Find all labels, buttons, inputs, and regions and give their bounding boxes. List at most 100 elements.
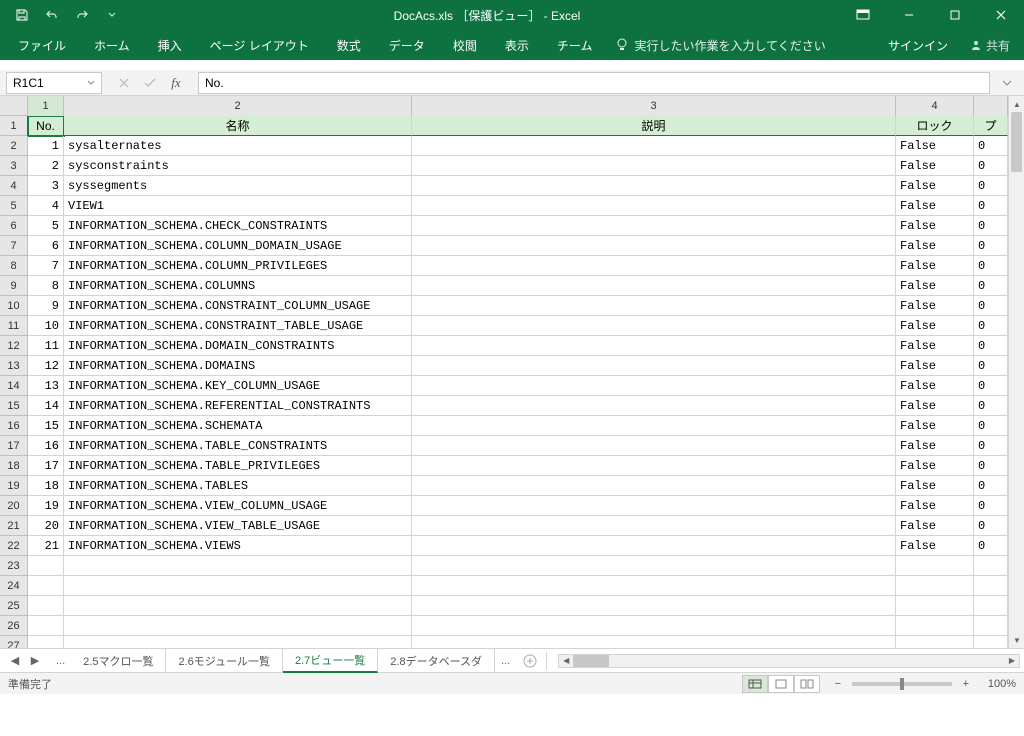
cell-lock[interactable]: False (896, 356, 974, 376)
cell-p[interactable]: 0 (974, 236, 1008, 256)
empty-cell[interactable] (28, 576, 64, 596)
hscroll-track[interactable] (573, 654, 1005, 668)
empty-cell[interactable] (896, 616, 974, 636)
cell-lock[interactable]: False (896, 336, 974, 356)
cell-lock[interactable]: False (896, 176, 974, 196)
row-header[interactable]: 2 (0, 136, 28, 156)
new-sheet-button[interactable] (516, 654, 544, 668)
cell-name[interactable]: INFORMATION_SCHEMA.CHECK_CONSTRAINTS (64, 216, 412, 236)
cell-name[interactable]: INFORMATION_SCHEMA.TABLE_PRIVILEGES (64, 456, 412, 476)
cell-name[interactable]: INFORMATION_SCHEMA.CONSTRAINT_TABLE_USAG… (64, 316, 412, 336)
cell-desc[interactable] (412, 296, 896, 316)
cell-no[interactable]: 13 (28, 376, 64, 396)
column-header-1[interactable]: 1 (28, 96, 64, 116)
page-break-view-button[interactable] (794, 675, 820, 693)
cell-name[interactable]: INFORMATION_SCHEMA.VIEWS (64, 536, 412, 556)
empty-cell[interactable] (28, 636, 64, 648)
row-header[interactable]: 24 (0, 576, 28, 596)
cell-lock[interactable]: False (896, 376, 974, 396)
empty-cell[interactable] (64, 556, 412, 576)
row-header[interactable]: 15 (0, 396, 28, 416)
row-header[interactable]: 19 (0, 476, 28, 496)
empty-cell[interactable] (412, 556, 896, 576)
cell-no[interactable]: 18 (28, 476, 64, 496)
cell-desc[interactable] (412, 136, 896, 156)
tab-team[interactable]: チーム (543, 30, 607, 60)
sheet-tab[interactable]: 2.6モジュール一覧 (166, 649, 283, 673)
tellme-search[interactable]: 実行したい作業を入力してください (606, 37, 835, 54)
cell-desc[interactable] (412, 336, 896, 356)
cell-p[interactable]: 0 (974, 436, 1008, 456)
cell-name[interactable]: INFORMATION_SCHEMA.SCHEMATA (64, 416, 412, 436)
cell-name[interactable]: INFORMATION_SCHEMA.CONSTRAINT_COLUMN_USA… (64, 296, 412, 316)
cell-p[interactable]: 0 (974, 316, 1008, 336)
cancel-formula-button[interactable] (112, 72, 136, 94)
cell-name[interactable]: INFORMATION_SCHEMA.REFERENTIAL_CONSTRAIN… (64, 396, 412, 416)
cell-name[interactable]: INFORMATION_SCHEMA.COLUMNS (64, 276, 412, 296)
cell-p[interactable]: 0 (974, 136, 1008, 156)
scroll-right-button[interactable]: ▶ (1005, 654, 1019, 668)
cell-no[interactable]: 1 (28, 136, 64, 156)
empty-cell[interactable] (412, 616, 896, 636)
row-header[interactable]: 13 (0, 356, 28, 376)
cell-lock[interactable]: False (896, 396, 974, 416)
cell-lock[interactable]: False (896, 516, 974, 536)
cell-no[interactable]: 21 (28, 536, 64, 556)
cell-lock[interactable]: False (896, 136, 974, 156)
tab-insert[interactable]: 挿入 (144, 30, 196, 60)
empty-cell[interactable] (28, 596, 64, 616)
cell-desc[interactable] (412, 156, 896, 176)
zoom-slider[interactable] (852, 682, 952, 686)
cell-no[interactable]: 7 (28, 256, 64, 276)
empty-cell[interactable] (896, 636, 974, 648)
cell-no[interactable]: 15 (28, 416, 64, 436)
scroll-up-button[interactable]: ▲ (1009, 96, 1024, 112)
cell-name[interactable]: INFORMATION_SCHEMA.TABLE_CONSTRAINTS (64, 436, 412, 456)
cell-no[interactable]: 20 (28, 516, 64, 536)
cell-p[interactable]: 0 (974, 376, 1008, 396)
vertical-scrollbar[interactable]: ▲ ▼ (1008, 96, 1024, 648)
cell-desc[interactable] (412, 536, 896, 556)
row-header[interactable]: 6 (0, 216, 28, 236)
header-cell-no[interactable]: No. (28, 116, 64, 136)
cell-name[interactable]: INFORMATION_SCHEMA.COLUMN_DOMAIN_USAGE (64, 236, 412, 256)
tab-file[interactable]: ファイル (4, 30, 80, 60)
empty-cell[interactable] (896, 556, 974, 576)
empty-cell[interactable] (896, 576, 974, 596)
row-header[interactable]: 22 (0, 536, 28, 556)
cell-no[interactable]: 9 (28, 296, 64, 316)
cell-no[interactable]: 19 (28, 496, 64, 516)
column-header-2[interactable]: 2 (64, 96, 412, 116)
empty-cell[interactable] (974, 616, 1008, 636)
cell-p[interactable]: 0 (974, 296, 1008, 316)
sheet-overflow-left[interactable]: ... (50, 655, 71, 667)
row-header[interactable]: 16 (0, 416, 28, 436)
cell-p[interactable]: 0 (974, 216, 1008, 236)
row-header[interactable]: 10 (0, 296, 28, 316)
cell-name[interactable]: sysconstraints (64, 156, 412, 176)
row-header[interactable]: 14 (0, 376, 28, 396)
redo-button[interactable] (68, 1, 96, 29)
maximize-button[interactable] (932, 0, 978, 30)
cell-p[interactable]: 0 (974, 176, 1008, 196)
empty-cell[interactable] (974, 596, 1008, 616)
empty-cell[interactable] (28, 556, 64, 576)
tab-review[interactable]: 校閲 (439, 30, 491, 60)
cell-name[interactable]: INFORMATION_SCHEMA.DOMAIN_CONSTRAINTS (64, 336, 412, 356)
cell-p[interactable]: 0 (974, 456, 1008, 476)
row-header[interactable]: 18 (0, 456, 28, 476)
empty-cell[interactable] (896, 596, 974, 616)
cell-p[interactable]: 0 (974, 536, 1008, 556)
cell-name[interactable]: INFORMATION_SCHEMA.VIEW_COLUMN_USAGE (64, 496, 412, 516)
tab-data[interactable]: データ (375, 30, 439, 60)
row-header[interactable]: 21 (0, 516, 28, 536)
cell-no[interactable]: 5 (28, 216, 64, 236)
close-button[interactable] (978, 0, 1024, 30)
select-all-corner[interactable] (0, 96, 28, 116)
share-button[interactable]: 共有 (960, 37, 1020, 54)
cell-no[interactable]: 6 (28, 236, 64, 256)
cell-lock[interactable]: False (896, 276, 974, 296)
cell-lock[interactable]: False (896, 296, 974, 316)
header-cell-desc[interactable]: 説明 (412, 116, 896, 136)
cell-lock[interactable]: False (896, 536, 974, 556)
